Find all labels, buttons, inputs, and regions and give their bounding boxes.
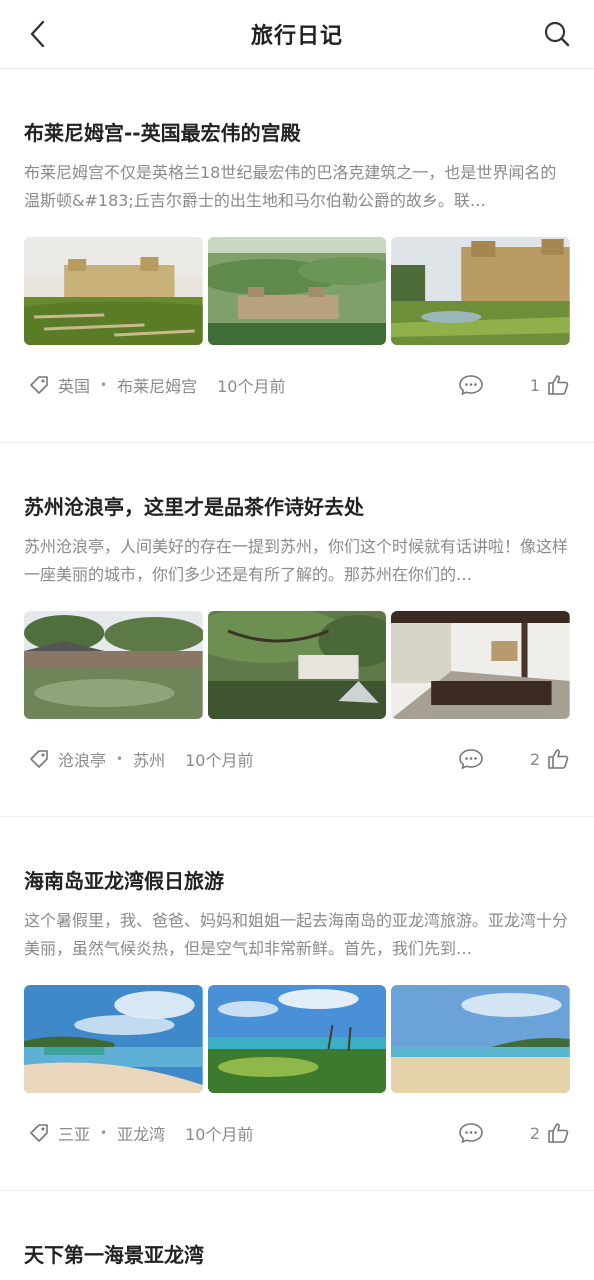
thumbs-up-icon[interactable] bbox=[546, 747, 570, 771]
diary-title[interactable]: 海南岛亚龙湾假日旅游 bbox=[24, 867, 570, 895]
separator-dot: • bbox=[100, 378, 108, 392]
post-time: 10个月前 bbox=[185, 751, 254, 770]
comment-icon[interactable] bbox=[458, 747, 484, 771]
separator-dot: • bbox=[100, 1126, 108, 1140]
post-time: 10个月前 bbox=[217, 377, 286, 396]
palace-garden-photo[interactable] bbox=[24, 237, 203, 345]
page-title: 旅行日记 bbox=[250, 24, 343, 49]
tag-country[interactable]: 沧浪亭 bbox=[58, 747, 106, 771]
diary-excerpt: 这个暑假里，我、爸爸、妈妈和姐姐一起去海南岛的亚龙湾旅游。亚龙湾十分美丽，虽然气… bbox=[24, 911, 569, 958]
garden-tree-photo[interactable] bbox=[207, 611, 387, 719]
tea-hall-interior-photo[interactable] bbox=[391, 611, 571, 719]
diary-feed: 布莱尼姆宫--英国最宏伟的宫殿 布莱尼姆宫不仅是英格兰18世纪最宏伟的巴洛克建筑… bbox=[0, 69, 594, 1280]
resort-palm-photo[interactable] bbox=[207, 985, 387, 1093]
search-button[interactable] bbox=[542, 18, 572, 50]
diary-card[interactable]: 布莱尼姆宫--英国最宏伟的宫殿 布莱尼姆宫不仅是英格兰18世纪最宏伟的巴洛克建筑… bbox=[0, 69, 594, 443]
tag-country[interactable]: 三亚 bbox=[58, 1121, 90, 1145]
diary-title[interactable]: 布莱尼姆宫--英国最宏伟的宫殿 bbox=[24, 119, 570, 147]
tag-icon bbox=[30, 750, 48, 768]
tag-icon bbox=[30, 376, 48, 394]
tag-icon bbox=[30, 1124, 48, 1142]
chevron-left-icon bbox=[30, 20, 45, 48]
photo-strip bbox=[24, 611, 571, 719]
tag-place[interactable]: 布莱尼姆宫 bbox=[117, 373, 197, 397]
palace-terrace-photo[interactable] bbox=[391, 237, 571, 345]
top-nav-bar: 旅行日记 bbox=[0, 0, 594, 69]
palace-aerial-photo[interactable] bbox=[207, 237, 387, 345]
diary-card[interactable]: 苏州沧浪亭，这里才是品茶作诗好去处 苏州沧浪亭，人间美好的存在一提到苏州，你们这… bbox=[0, 443, 594, 817]
thumbs-up-icon[interactable] bbox=[546, 373, 570, 397]
post-time: 10个月前 bbox=[185, 1125, 254, 1144]
photo-strip bbox=[24, 237, 571, 345]
tag-place[interactable]: 苏州 bbox=[133, 747, 165, 771]
like-count: 1 bbox=[529, 375, 540, 395]
diary-card[interactable]: 海南岛亚龙湾假日旅游 这个暑假里，我、爸爸、妈妈和姐姐一起去海南岛的亚龙湾旅游。… bbox=[0, 817, 594, 1191]
beach-cloud-photo[interactable] bbox=[24, 985, 203, 1093]
sandy-shore-photo[interactable] bbox=[391, 985, 571, 1093]
pavilion-pond-photo[interactable] bbox=[24, 611, 203, 719]
diary-title[interactable]: 天下第一海景亚龙湾 bbox=[24, 1241, 570, 1269]
tag-country[interactable]: 英国 bbox=[58, 373, 90, 397]
like-count: 2 bbox=[529, 749, 540, 769]
thumbs-up-icon[interactable] bbox=[546, 1121, 570, 1145]
diary-excerpt: 苏州沧浪亭，人间美好的存在一提到苏州，你们这个时候就有话讲啦！像这样一座美丽的城… bbox=[24, 537, 569, 584]
search-icon bbox=[544, 21, 570, 47]
diary-title[interactable]: 苏州沧浪亭，这里才是品茶作诗好去处 bbox=[24, 493, 570, 521]
back-button[interactable] bbox=[22, 18, 52, 50]
tag-place[interactable]: 亚龙湾 bbox=[117, 1121, 165, 1145]
like-count: 2 bbox=[529, 1123, 540, 1143]
diary-excerpt: 布莱尼姆宫不仅是英格兰18世纪最宏伟的巴洛克建筑之一，也是世界闻名的温斯顿&#1… bbox=[24, 163, 557, 210]
diary-meta: 三亚 • 亚龙湾 10个月前 2 bbox=[24, 1119, 570, 1147]
separator-dot: • bbox=[116, 752, 124, 766]
comment-icon[interactable] bbox=[458, 373, 484, 397]
diary-meta: 英国 • 布莱尼姆宫 10个月前 1 bbox=[24, 371, 570, 399]
diary-meta: 沧浪亭 • 苏州 10个月前 2 bbox=[24, 745, 570, 773]
diary-card[interactable]: 天下第一海景亚龙湾 bbox=[0, 1191, 594, 1280]
comment-icon[interactable] bbox=[458, 1121, 484, 1145]
photo-strip bbox=[24, 985, 571, 1093]
